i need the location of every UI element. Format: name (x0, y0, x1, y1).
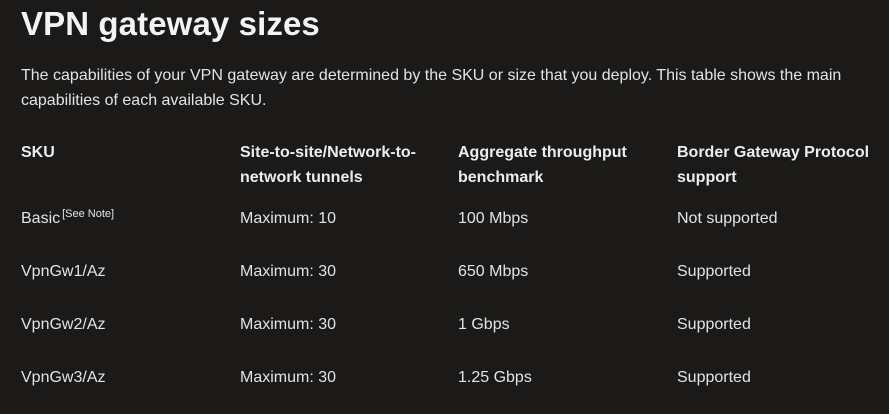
intro-paragraph: The capabilities of your VPN gateway are… (21, 67, 842, 109)
column-header-throughput: Aggregate throughput benchmark (458, 144, 627, 186)
cell-throughput: 650 Mbps (458, 263, 529, 280)
cell-throughput: 1 Gbps (458, 316, 510, 333)
page-title: VPN gateway sizes (21, 5, 320, 42)
cell-sku: VpnGw1/Az (21, 263, 106, 280)
cell-bgp: Supported (677, 263, 751, 280)
cell-bgp: Supported (677, 316, 751, 333)
see-note-link[interactable]: [See Note] (62, 208, 114, 220)
cell-sku: Basic [See Note] (21, 207, 115, 227)
column-header-bgp: Border Gateway Protocol support (677, 144, 870, 186)
cell-bgp: Not supported (677, 210, 778, 227)
cell-throughput: 100 Mbps (458, 210, 529, 227)
column-header-sku: SKU (21, 144, 55, 161)
cell-tunnels: Maximum: 30 (240, 263, 337, 280)
table-row: VpnGw2/Az Maximum: 30 1 Gbps Supported (21, 312, 889, 365)
cell-tunnels: Maximum: 30 (240, 369, 337, 386)
cell-tunnels: Maximum: 10 (240, 210, 337, 227)
table-row: VpnGw3/Az Maximum: 30 1.25 Gbps Supporte… (21, 365, 889, 414)
table-header-row: SKU Site-to-site/Network-to-network tunn… (21, 140, 889, 206)
cell-tunnels: Maximum: 30 (240, 316, 337, 333)
vpn-gateway-sku-table: SKU Site-to-site/Network-to-network tunn… (21, 140, 889, 414)
cell-bgp: Supported (677, 369, 751, 386)
cell-sku: VpnGw2/Az (21, 316, 106, 333)
column-header-tunnels: Site-to-site/Network-to-network tunnels (240, 144, 416, 186)
cell-sku: VpnGw3/Az (21, 369, 106, 386)
table-row: Basic [See Note] Maximum: 10 100 Mbps Not… (21, 206, 889, 259)
table-row: VpnGw1/Az Maximum: 30 650 Mbps Supported (21, 259, 889, 312)
cell-throughput: 1.25 Gbps (458, 369, 532, 386)
